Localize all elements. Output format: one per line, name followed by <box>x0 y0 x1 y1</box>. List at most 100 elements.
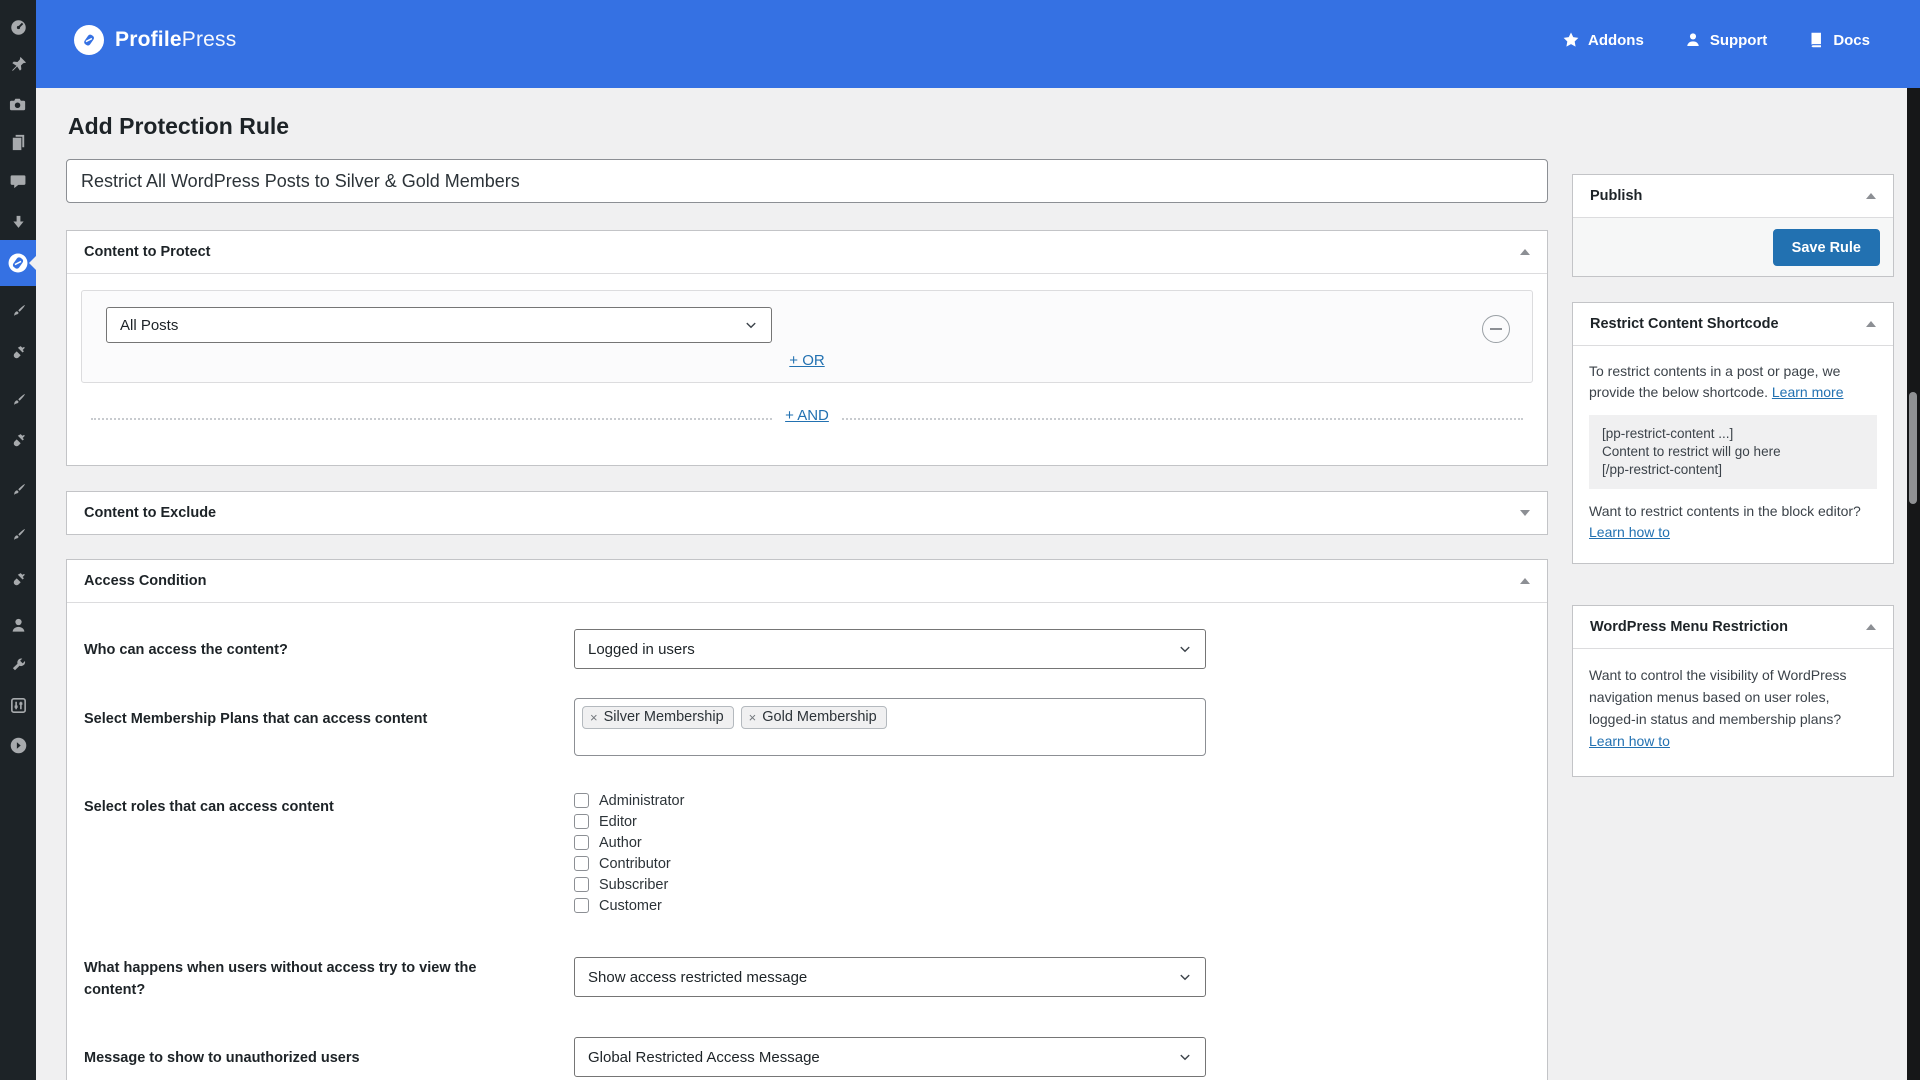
menu-restriction-text: Want to control the visibility of WordPr… <box>1589 667 1847 727</box>
add-or-link[interactable]: + OR <box>789 352 824 369</box>
publish-header[interactable]: Publish <box>1573 175 1893 217</box>
role-administrator-checkbox[interactable] <box>574 793 589 808</box>
roles-label: Select roles that can access content <box>84 790 574 818</box>
rule-name-input[interactable] <box>66 159 1548 203</box>
menu-restriction-panel: WordPress Menu Restriction Want to contr… <box>1572 605 1894 777</box>
page-title: Add Protection Rule <box>68 113 1548 140</box>
role-customer: Customer <box>574 895 1206 916</box>
comments-icon[interactable] <box>0 170 36 192</box>
pages-icon[interactable] <box>0 131 36 153</box>
role-subscriber: Subscriber <box>574 874 1206 895</box>
media-icon[interactable] <box>0 93 36 115</box>
role-administrator: Administrator <box>574 790 1206 811</box>
profilepress-icon-active[interactable] <box>0 240 36 286</box>
brush-icon[interactable] <box>0 479 36 501</box>
access-condition-header[interactable]: Access Condition <box>67 560 1547 602</box>
and-divider: + AND <box>81 407 1533 429</box>
who-can-access-label: Who can access the content? <box>84 629 574 661</box>
membership-plans-multiselect[interactable]: × Silver Membership × Gold Membership <box>574 698 1206 756</box>
admin-top-bar: ProfilePress Addons Support Docs <box>36 0 1920 88</box>
users-icon[interactable] <box>0 614 36 636</box>
chevron-down-icon <box>1178 642 1192 656</box>
restrict-shortcode-body: To restrict contents in a post or page, … <box>1573 345 1893 563</box>
save-rule-button[interactable]: Save Rule <box>1773 229 1880 266</box>
profilepress-admin-page: ProfilePress Addons Support Docs Add Pro… <box>0 0 1920 1080</box>
content-to-protect-header[interactable]: Content to Protect <box>67 231 1547 273</box>
role-customer-checkbox[interactable] <box>574 898 589 913</box>
collapse-up-icon[interactable] <box>1866 321 1876 327</box>
plug-icon[interactable] <box>0 342 36 364</box>
menu-restriction-header[interactable]: WordPress Menu Restriction <box>1573 606 1893 648</box>
chevron-down-icon <box>1178 1050 1192 1064</box>
unauthorized-message-label: Message to show to unauthorized users <box>84 1037 574 1069</box>
who-can-access-select[interactable]: Logged in users <box>574 629 1206 669</box>
nav-docs[interactable]: Docs <box>1807 31 1870 49</box>
download-icon[interactable] <box>0 211 36 233</box>
plan-tag-silver: × Silver Membership <box>582 706 734 729</box>
content-to-protect-body: All Posts + OR + AND <box>67 273 1547 465</box>
no-access-behavior-select[interactable]: Show access restricted message <box>574 957 1206 997</box>
role-contributor: Contributor <box>574 853 1206 874</box>
remove-condition-button[interactable] <box>1482 315 1510 343</box>
roles-checkbox-list: Administrator Editor Author Contrib <box>574 790 1206 916</box>
menu-restriction-body: Want to control the visibility of WordPr… <box>1573 648 1893 776</box>
nav-support[interactable]: Support <box>1684 31 1768 49</box>
chevron-down-icon <box>1178 970 1192 984</box>
membership-plans-row: Select Membership Plans that can access … <box>84 698 1530 756</box>
profilepress-logo: ProfilePress <box>74 25 236 55</box>
role-author: Author <box>574 832 1206 853</box>
roles-row: Select roles that can access content Adm… <box>84 790 1530 916</box>
chevron-down-icon <box>744 318 758 332</box>
settings-sliders-icon[interactable] <box>0 694 36 716</box>
tools-wrench-icon[interactable] <box>0 654 36 676</box>
collapse-up-icon[interactable] <box>1520 578 1530 584</box>
learn-how-to-link[interactable]: Learn how to <box>1589 733 1670 749</box>
page-scrollbar <box>1907 88 1920 1080</box>
role-contributor-checkbox[interactable] <box>574 856 589 871</box>
restrict-shortcode-header[interactable]: Restrict Content Shortcode <box>1573 303 1893 345</box>
dashboard-icon[interactable] <box>0 16 36 38</box>
role-editor-checkbox[interactable] <box>574 814 589 829</box>
no-access-behavior-row: What happens when users without access t… <box>84 957 1530 1001</box>
membership-plans-label: Select Membership Plans that can access … <box>84 698 574 730</box>
person-icon <box>1684 31 1702 49</box>
publish-body: Save Rule <box>1573 217 1893 276</box>
unauthorized-message-select[interactable]: Global Restricted Access Message <box>574 1037 1206 1077</box>
collapse-up-icon[interactable] <box>1866 193 1876 199</box>
plug-icon[interactable] <box>0 569 36 591</box>
restrict-shortcode-panel: Restrict Content Shortcode To restrict c… <box>1572 302 1894 564</box>
add-and-link[interactable]: + AND <box>773 407 841 424</box>
learn-how-to-link[interactable]: Learn how to <box>1589 524 1670 540</box>
nav-addons[interactable]: Addons <box>1562 31 1644 49</box>
access-condition-panel: Access Condition Who can access the cont… <box>66 559 1548 1080</box>
book-icon <box>1807 31 1825 49</box>
brush-icon[interactable] <box>0 524 36 546</box>
learn-more-link[interactable]: Learn more <box>1772 384 1844 400</box>
collapse-arrow-icon[interactable] <box>0 734 36 756</box>
role-subscriber-checkbox[interactable] <box>574 877 589 892</box>
collapse-up-icon[interactable] <box>1520 249 1530 255</box>
brand-name: ProfilePress <box>115 28 236 52</box>
content-to-protect-panel: Content to Protect All Posts + OR + AND <box>66 230 1548 466</box>
who-can-access-row: Who can access the content? Logged in us… <box>84 629 1530 669</box>
content-to-exclude-header[interactable]: Content to Exclude <box>67 492 1547 534</box>
remove-tag-icon[interactable]: × <box>590 710 598 725</box>
protect-condition-group: All Posts + OR <box>81 290 1533 383</box>
star-icon <box>1562 31 1580 49</box>
shortcode-code-block: [pp-restrict-content ...] Content to res… <box>1589 415 1877 489</box>
access-condition-body: Who can access the content? Logged in us… <box>67 602 1547 1080</box>
posts-pin-icon[interactable] <box>0 53 36 75</box>
role-author-checkbox[interactable] <box>574 835 589 850</box>
no-access-behavior-label: What happens when users without access t… <box>84 957 574 1001</box>
role-editor: Editor <box>574 811 1206 832</box>
collapse-down-icon[interactable] <box>1520 510 1530 516</box>
main-content: Add Protection Rule Content to Protect A… <box>66 88 1548 1080</box>
collapse-up-icon[interactable] <box>1866 624 1876 630</box>
plug-icon[interactable] <box>0 430 36 452</box>
post-type-select[interactable]: All Posts <box>106 307 772 343</box>
brush-icon[interactable] <box>0 389 36 411</box>
publish-panel: Publish Save Rule <box>1572 174 1894 277</box>
brush-icon[interactable] <box>0 300 36 322</box>
scrollbar-thumb[interactable] <box>1909 392 1917 504</box>
remove-tag-icon[interactable]: × <box>749 710 757 725</box>
